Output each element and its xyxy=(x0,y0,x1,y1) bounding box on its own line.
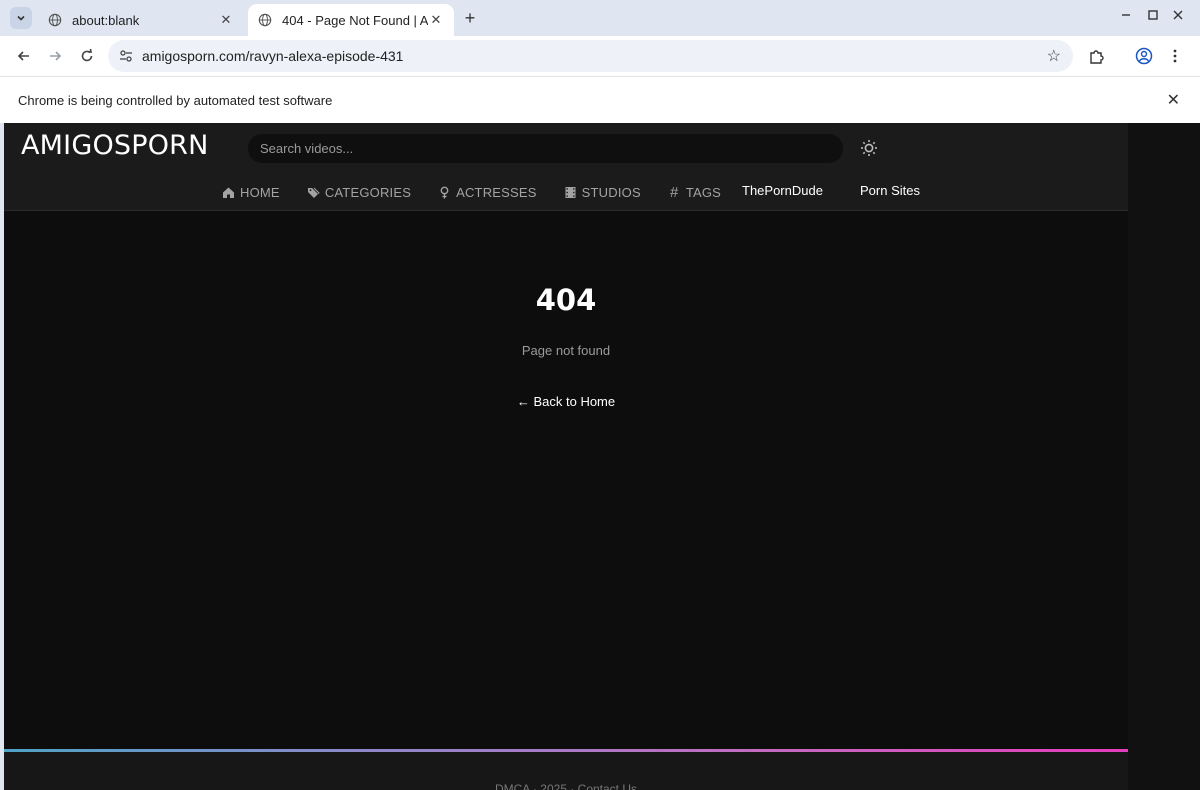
tab-title: 404 - Page Not Found | AMIGOSPORN xyxy=(282,12,428,28)
site-info-tune-icon[interactable] xyxy=(118,48,134,64)
hashtag-icon: # xyxy=(670,183,679,201)
footer-text: DMCA · 2025 · Contact Us xyxy=(494,782,638,790)
browser-tab-404[interactable]: 404 - Page Not Found | AMIGOSPORN ✕ xyxy=(248,4,454,36)
globe-icon xyxy=(258,13,272,27)
nav-label: STUDIOS xyxy=(581,184,641,200)
nav-external-porn-sites[interactable]: Porn Sites xyxy=(860,183,920,198)
forward-arrow-icon[interactable] xyxy=(44,45,66,67)
extensions-puzzle-icon[interactable] xyxy=(1086,45,1108,67)
maximize-icon[interactable] xyxy=(1143,8,1163,24)
chevron-down-icon xyxy=(17,15,25,21)
home-icon xyxy=(222,186,235,199)
new-tab-plus-icon[interactable]: + xyxy=(460,8,480,29)
tab-close-icon[interactable]: ✕ xyxy=(218,12,234,28)
automation-infobar: Chrome is being controlled by automated … xyxy=(0,76,1200,123)
address-bar[interactable]: amigosporn.com/ravyn-alexa-episode-431 ☆ xyxy=(108,40,1073,72)
nav-label: CATEGORIES xyxy=(324,184,412,200)
back-arrow-icon[interactable] xyxy=(13,45,35,67)
site-footer: DMCA · 2025 · Contact Us xyxy=(4,752,1128,790)
tab-search-dropdown[interactable] xyxy=(10,7,32,29)
tab-title: about:blank xyxy=(72,12,140,28)
site-header: AMIGOSPORN HOME CATEGORIES xyxy=(4,123,1128,211)
bookmark-star-icon[interactable]: ☆ xyxy=(1047,46,1061,66)
infobar-message: Chrome is being controlled by automated … xyxy=(18,93,333,108)
infobar-close-icon[interactable]: ✕ xyxy=(1167,90,1180,110)
nav-home[interactable]: HOME xyxy=(222,185,280,200)
browser-tab-about-blank[interactable]: about:blank ✕ xyxy=(38,4,244,36)
nav-categories[interactable]: CATEGORIES xyxy=(307,185,411,200)
nav-studios[interactable]: STUDIOS xyxy=(564,185,641,200)
nav-label: ACTRESSES xyxy=(456,184,537,200)
back-to-home-link[interactable]: ← Back to Home xyxy=(517,394,615,409)
nav-label: TAGS xyxy=(685,184,722,200)
theme-toggle-sun-icon[interactable] xyxy=(860,139,878,157)
nav-label: HOME xyxy=(240,184,280,200)
globe-icon xyxy=(48,13,62,27)
reload-icon[interactable] xyxy=(76,45,98,67)
nav-external-theporndude[interactable]: ThePornDude xyxy=(742,183,823,198)
kebab-menu-icon[interactable] xyxy=(1164,45,1186,67)
nav-tags[interactable]: # TAGS xyxy=(668,183,722,201)
main-nav: HOME CATEGORIES ACTRESSES STUDIOS # TAGS xyxy=(222,183,748,201)
profile-avatar-icon[interactable] xyxy=(1133,45,1155,67)
female-icon xyxy=(438,186,451,199)
minimize-icon[interactable] xyxy=(1116,8,1136,24)
browser-tabstrip: about:blank ✕ 404 - Page Not Found | AMI… xyxy=(0,0,1200,36)
tab-close-icon[interactable]: ✕ xyxy=(428,12,444,28)
error-block: 404 xyxy=(4,283,1128,317)
browser-toolbar: amigosporn.com/ravyn-alexa-episode-431 ☆ xyxy=(0,36,1200,76)
error-message: Page not found xyxy=(521,343,611,358)
search-input[interactable] xyxy=(248,134,843,163)
url-text: amigosporn.com/ravyn-alexa-episode-431 xyxy=(142,48,404,64)
nav-actresses[interactable]: ACTRESSES xyxy=(438,185,537,200)
page-viewport: AMIGOSPORN HOME CATEGORIES xyxy=(4,123,1200,790)
page-right-gutter xyxy=(1128,123,1200,790)
tag-icon xyxy=(307,186,320,199)
site-logo[interactable]: AMIGOSPORN xyxy=(21,130,209,161)
close-window-icon[interactable] xyxy=(1168,8,1188,24)
film-icon xyxy=(564,186,577,199)
error-code: 404 xyxy=(535,283,597,317)
back-to-home-row: ← Back to Home xyxy=(4,394,1128,409)
